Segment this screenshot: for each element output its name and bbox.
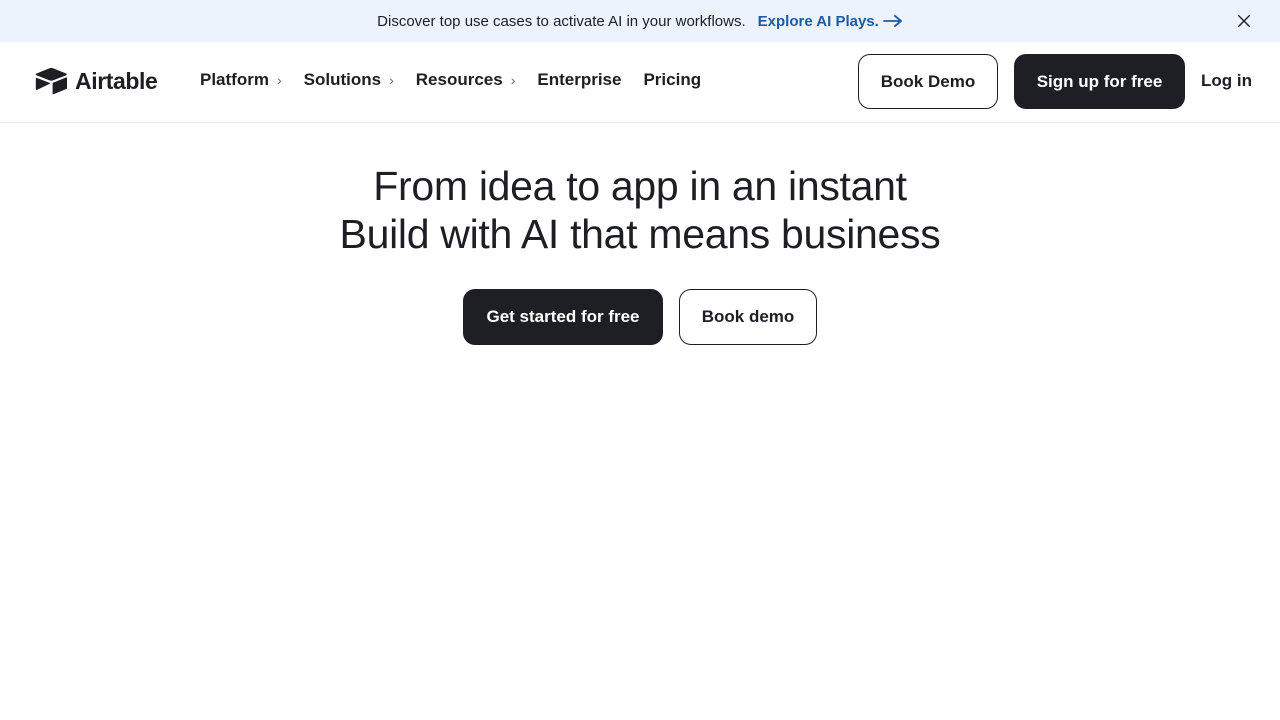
hero-headline-line-1: From idea to app in an instant — [373, 163, 907, 209]
sign-up-button[interactable]: Sign up for free — [1014, 54, 1185, 109]
top-navigation: Airtable Platform › Solutions › Resource… — [0, 42, 1280, 123]
nav-item-label: Platform — [200, 70, 269, 89]
chevron-right-icon: › — [510, 72, 516, 88]
announcement-banner: Discover top use cases to activate AI in… — [0, 0, 1280, 42]
hero-headline: From idea to app in an instant Build wit… — [0, 162, 1280, 258]
nav-item-label: Resources — [415, 70, 503, 89]
nav-item-solutions[interactable]: Solutions › — [304, 70, 394, 90]
airtable-logo[interactable]: Airtable — [34, 67, 158, 95]
get-started-button[interactable]: Get started for free — [463, 289, 663, 345]
nav-item-label: Enterprise — [537, 70, 622, 89]
nav-item-pricing[interactable]: Pricing — [643, 70, 701, 90]
nav-item-enterprise[interactable]: Enterprise — [537, 70, 621, 90]
airtable-logo-icon — [35, 67, 67, 95]
logo-text: Airtable — [75, 67, 158, 94]
nav-item-resources[interactable]: Resources › — [416, 70, 516, 90]
chevron-right-icon: › — [389, 72, 394, 88]
close-icon[interactable] — [1236, 13, 1252, 29]
arrow-right-icon — [882, 15, 902, 27]
chevron-right-icon: › — [276, 72, 282, 88]
banner-cta-link[interactable]: Explore AI Plays. — [758, 13, 903, 30]
banner-message: Discover top use cases to activate AI in… — [377, 12, 746, 30]
hero-book-demo-button[interactable]: Book demo — [679, 289, 817, 345]
nav-item-platform[interactable]: Platform › — [200, 70, 282, 90]
book-demo-button[interactable]: Book Demo — [858, 54, 998, 109]
hero-headline-line-2: Build with AI that means business — [339, 211, 941, 257]
log-in-link[interactable]: Log in — [1201, 71, 1252, 91]
hero-section: From idea to app in an instant Build wit… — [0, 162, 1280, 258]
nav-item-label: Solutions — [303, 70, 382, 89]
main-menu: Platform › Solutions › Resources › Enter… — [200, 70, 723, 90]
nav-item-label: Pricing — [643, 70, 702, 89]
banner-cta-label: Explore AI Plays. — [757, 12, 879, 30]
